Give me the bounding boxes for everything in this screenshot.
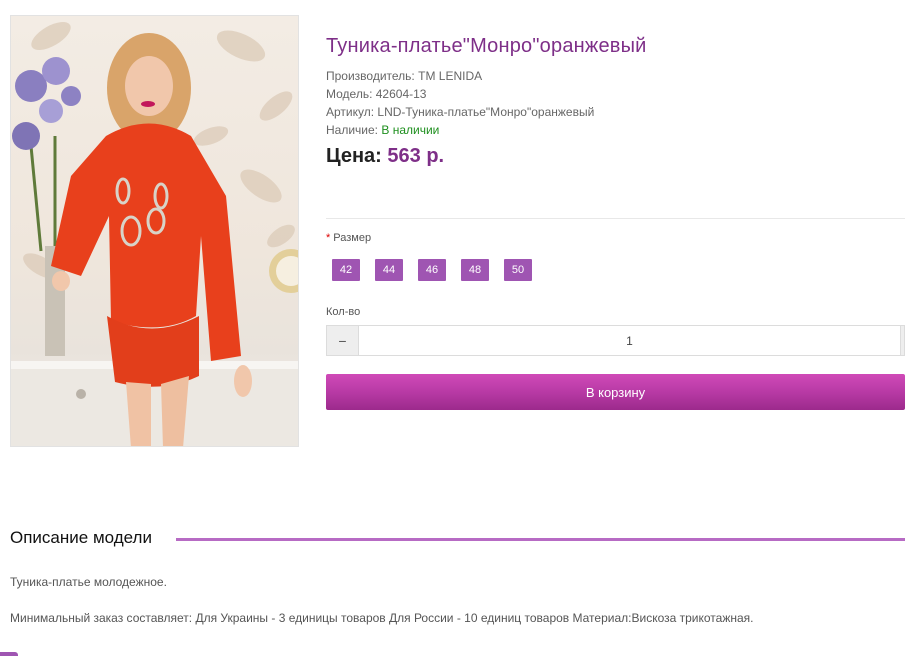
product-info: Производитель: TM LENIDA Модель: 42604-1… (326, 67, 594, 139)
quantity-minus-button[interactable]: − (327, 326, 359, 355)
description-text: Туника-платье молодежное. (10, 575, 167, 589)
size-option[interactable]: 46 (418, 259, 446, 281)
model-value: 42604-13 (375, 87, 427, 101)
price: Цена: 563 р. (326, 145, 444, 168)
description-heading-line (176, 538, 905, 541)
product-title: Туника-платье"Монро"оранжевый (326, 35, 647, 57)
size-label: * Размер (326, 232, 371, 244)
sku-label: Артикул: (326, 105, 375, 119)
add-to-cart-button[interactable]: В корзину (326, 374, 905, 410)
size-option[interactable]: 50 (504, 259, 532, 281)
product-photo-illustration (11, 22, 298, 446)
quantity-stepper: − 1 (326, 325, 905, 356)
size-option[interactable]: 42 (332, 259, 360, 281)
minus-icon: − (338, 332, 347, 349)
scroll-top-tab[interactable] (0, 652, 18, 656)
required-mark: * (326, 232, 331, 244)
size-option[interactable]: 44 (375, 259, 403, 281)
manufacturer-row: Производитель: TM LENIDA (326, 67, 594, 85)
manufacturer-value[interactable]: TM LENIDA (418, 69, 482, 83)
size-option[interactable]: 48 (461, 259, 489, 281)
availability-row: Наличие: В наличии (326, 121, 594, 139)
price-label: Цена: (326, 145, 382, 167)
sku-row: Артикул: LND-Туника-платье"Монро"оранжев… (326, 103, 594, 121)
availability-label: Наличие: (326, 123, 379, 137)
sku-value: LND-Туника-платье"Монро"оранжевый (377, 105, 595, 119)
availability-value: В наличии (381, 123, 440, 137)
description-text: Минимальный заказ составляет: Для Украин… (10, 611, 754, 625)
size-label-text: Размер (333, 232, 372, 244)
product-image[interactable] (10, 15, 299, 447)
quantity-plus-button[interactable] (900, 326, 904, 355)
divider (326, 218, 905, 219)
model-row: Модель: 42604-13 (326, 85, 594, 103)
quantity-label: Кол-во (326, 306, 361, 318)
price-value: 563 р. (387, 145, 445, 167)
model-label: Модель: (326, 87, 373, 101)
size-options: 42 44 46 48 50 (332, 259, 532, 281)
manufacturer-label: Производитель: (326, 69, 415, 83)
quantity-input[interactable]: 1 (359, 326, 900, 355)
description-heading: Описание модели (10, 528, 152, 547)
